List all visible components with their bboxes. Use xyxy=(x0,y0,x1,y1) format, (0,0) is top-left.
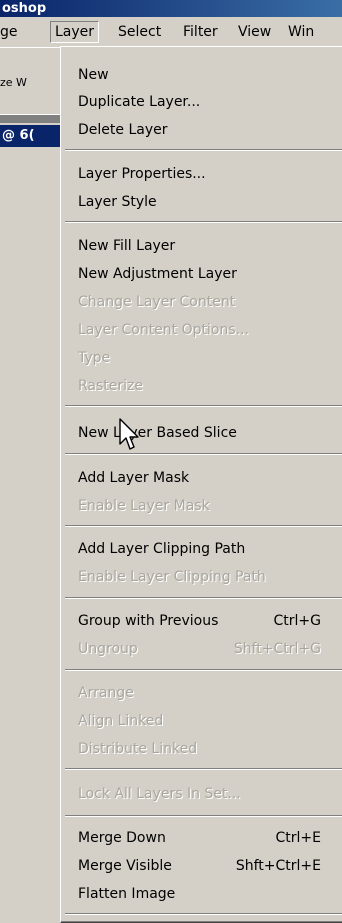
menu-item-layer-content-options: Layer Content Options... xyxy=(78,322,249,338)
menu-separator xyxy=(65,669,342,671)
menu-separator xyxy=(65,405,342,407)
menu-item-ungroup: Ungroup xyxy=(78,641,138,657)
menu-item-change-layer-content: Change Layer Content xyxy=(78,294,236,310)
menu-item-add-layer-clipping-path[interactable]: Add Layer Clipping Path xyxy=(78,536,245,562)
menu-item-merge-visible[interactable]: Merge Visible xyxy=(78,853,172,879)
menu-item-distribute-linked: Distribute Linked xyxy=(78,741,198,757)
menu-item-lock-all-layers-in-set: Lock All Layers In Set... xyxy=(78,786,241,802)
menu-item-flatten-image[interactable]: Flatten Image xyxy=(78,881,175,907)
menu-item-enable-layer-mask: Enable Layer Mask xyxy=(78,498,210,514)
menu-item-new-fill-layer[interactable]: New Fill Layer xyxy=(78,233,175,259)
app-title: oshop xyxy=(2,1,47,16)
menu-item-group-with-previous[interactable]: Group with Previous xyxy=(78,608,218,634)
menu-item-add-layer-mask[interactable]: Add Layer Mask xyxy=(78,465,189,491)
menu-item-enable-layer-clipping-path: Enable Layer Clipping Path xyxy=(78,569,266,585)
shortcut-group-with-previous: Ctrl+G xyxy=(273,613,322,629)
menu-item-layer-properties[interactable]: Layer Properties... xyxy=(78,161,206,187)
layer-menu: New ▶ Duplicate Layer... Delete Layer La… xyxy=(60,46,342,923)
menu-separator xyxy=(65,768,342,770)
menu-separator xyxy=(65,453,342,455)
menu-item-new[interactable]: New xyxy=(78,62,109,88)
options-bar-text: ze W xyxy=(0,76,27,89)
menu-bar: ge Layer Select Filter View Win xyxy=(0,17,342,48)
app-title-bar: oshop xyxy=(0,0,342,17)
menu-item-new-layer-based-slice[interactable]: New Layer Based Slice xyxy=(78,420,237,446)
document-title-bar[interactable]: @ 6( xyxy=(0,125,60,147)
menubar-item-layer[interactable]: Layer xyxy=(50,21,100,43)
menu-separator xyxy=(65,149,342,151)
menu-item-duplicate-layer[interactable]: Duplicate Layer... xyxy=(78,89,200,115)
menu-separator xyxy=(65,815,342,817)
menu-separator xyxy=(65,525,342,527)
menu-item-arrange: Arrange xyxy=(78,685,134,701)
shortcut-merge-down: Ctrl+E xyxy=(275,830,322,846)
menu-item-merge-down[interactable]: Merge Down xyxy=(78,825,166,851)
menu-separator xyxy=(65,221,342,223)
menubar-item-view[interactable]: View xyxy=(234,21,275,43)
menu-item-delete-layer[interactable]: Delete Layer xyxy=(78,117,167,143)
mouse-pointer-icon xyxy=(119,418,139,450)
menubar-item-window[interactable]: Win xyxy=(284,21,318,43)
palette-well-divider xyxy=(0,114,60,123)
menubar-item-image[interactable]: ge xyxy=(0,21,22,43)
menu-item-align-linked: Align Linked xyxy=(78,713,164,729)
shortcut-merge-visible: Shft+Ctrl+E xyxy=(235,858,321,874)
menu-separator xyxy=(65,913,342,915)
menu-item-new-adjustment-layer[interactable]: New Adjustment Layer xyxy=(78,261,237,287)
shortcut-ungroup: Shft+Ctrl+G xyxy=(233,641,321,657)
menu-separator xyxy=(65,597,342,599)
workspace-area xyxy=(0,148,60,919)
menubar-item-filter[interactable]: Filter xyxy=(179,21,222,43)
menu-item-type: Type xyxy=(78,350,111,366)
menu-item-layer-style[interactable]: Layer Style xyxy=(78,189,157,215)
menu-item-rasterize: Rasterize xyxy=(78,378,144,394)
menubar-item-select[interactable]: Select xyxy=(114,21,165,43)
document-title: @ 6( xyxy=(2,128,35,143)
